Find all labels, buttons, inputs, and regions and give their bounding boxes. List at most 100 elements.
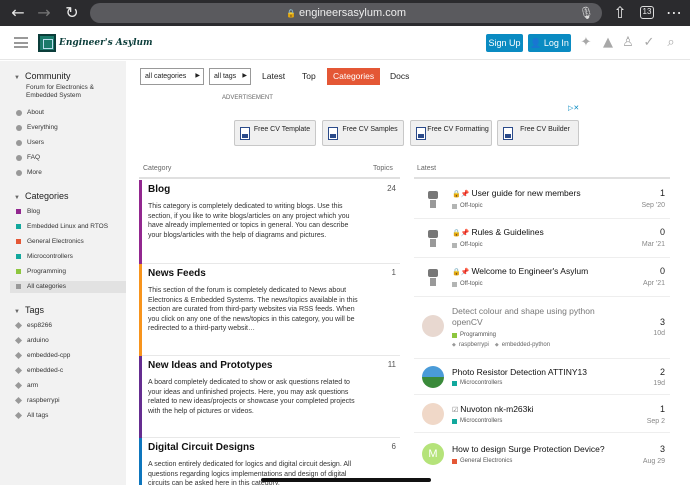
reload-icon[interactable]: ↻ bbox=[62, 3, 82, 23]
person-icon: 👤 bbox=[530, 38, 544, 48]
sidebar-tag-esp8266[interactable]: esp8266 bbox=[14, 321, 52, 330]
sidebar-tag-raspberrypi[interactable]: raspberrypi bbox=[14, 396, 60, 405]
activity-date[interactable]: Mar '21 bbox=[642, 241, 665, 248]
more-dots-icon[interactable]: ⋯ bbox=[664, 3, 684, 23]
avatar[interactable] bbox=[422, 366, 444, 388]
topic-title[interactable]: 🔒📌 Welcome to Engineer's Asylum bbox=[452, 266, 588, 276]
topic-title[interactable]: How to design Surge Protection Device? bbox=[452, 444, 605, 454]
sidebar-section-categories[interactable]: ▼ Categories bbox=[14, 191, 68, 201]
activity-date[interactable]: Aug 29 bbox=[643, 458, 665, 465]
sidebar-category-programming[interactable]: Programming bbox=[16, 268, 66, 275]
topic-title[interactable]: 🔒📌 User guide for new members bbox=[452, 188, 581, 198]
tag-filter-dropdown[interactable]: all tags ▶ bbox=[209, 68, 251, 85]
topic-category[interactable]: General Electronics bbox=[452, 458, 512, 464]
avatar[interactable] bbox=[422, 227, 444, 249]
topic-title[interactable]: 🔒📌 Rules & Guidelines bbox=[452, 227, 544, 237]
topic-title[interactable]: Detect colour and shape using python ope… bbox=[452, 306, 622, 328]
search-icon[interactable]: ⌕ bbox=[663, 35, 679, 51]
sidebar-tag-embedded-cpp[interactable]: embedded-cpp bbox=[14, 351, 70, 360]
category-swatch bbox=[16, 209, 21, 214]
avatar[interactable] bbox=[422, 403, 444, 425]
category-row-news-feeds[interactable]: News Feeds 1 This section of the forum i… bbox=[139, 264, 400, 356]
topic-row[interactable]: Detect colour and shape using python ope… bbox=[414, 297, 670, 359]
nav-categories[interactable]: Categories bbox=[327, 68, 381, 85]
sidebar-item-everything[interactable]: Everything bbox=[16, 124, 58, 131]
sidebar-item-more[interactable]: More bbox=[16, 169, 42, 176]
category-row-new-ideas[interactable]: New Ideas and Prototypes 11 A board comp… bbox=[139, 356, 400, 438]
topic-title[interactable]: Photo Resistor Detection ATTINY13 bbox=[452, 367, 587, 377]
bookmark-icon[interactable]: ▲ bbox=[600, 35, 616, 51]
column-header-category[interactable]: Category bbox=[143, 165, 171, 172]
topic-row[interactable]: 🔒📌 User guide for new members Off-topic 1… bbox=[414, 180, 670, 219]
sidebar-all-categories[interactable]: All categories bbox=[16, 283, 66, 290]
sidebar-tag-arduino[interactable]: arduino bbox=[14, 336, 49, 345]
avatar[interactable] bbox=[422, 266, 444, 288]
topic-row[interactable]: ☑ Nuvoton nk-m263ki Microcontrollers 1 Se… bbox=[414, 395, 670, 433]
nav-latest[interactable]: Latest bbox=[262, 68, 285, 85]
forward-arrow-icon[interactable]: → bbox=[34, 3, 54, 23]
topic-row[interactable]: 🔒📌 Rules & Guidelines Off-topic 0 Mar '21 bbox=[414, 219, 670, 258]
nav-top[interactable]: Top bbox=[302, 68, 316, 85]
activity-date[interactable]: 19d bbox=[653, 380, 665, 387]
topic-row[interactable]: 🔒📌 Welcome to Engineer's Asylum Off-topic… bbox=[414, 258, 670, 297]
topic-category[interactable]: Programming bbox=[452, 332, 496, 338]
ad-close-icon[interactable]: ▷✕ bbox=[568, 104, 579, 112]
site-logo[interactable]: Engineer's Asylum bbox=[38, 31, 153, 54]
topic-category[interactable]: Off-topic bbox=[452, 203, 483, 209]
back-arrow-icon[interactable]: ← bbox=[8, 3, 28, 23]
share-icon[interactable]: ⇧ bbox=[610, 3, 630, 23]
column-header-latest: Latest bbox=[417, 165, 437, 172]
ad-button-template[interactable]: Free CV Template bbox=[234, 120, 316, 146]
activity-date[interactable]: Sep '20 bbox=[641, 202, 665, 209]
sidebar-category-microcontrollers[interactable]: Microcontrollers bbox=[16, 253, 73, 260]
nav-docs[interactable]: Docs bbox=[390, 68, 409, 85]
sidebar-item-users[interactable]: Users bbox=[16, 139, 44, 146]
topic-category[interactable]: Microcontrollers bbox=[452, 380, 502, 386]
category-title[interactable]: New Ideas and Prototypes bbox=[148, 360, 272, 371]
address-bar[interactable]: 🔒 engineersasylum.com 🎙 bbox=[90, 3, 602, 23]
signup-button[interactable]: Sign Up bbox=[486, 34, 523, 52]
sidebar-section-tags[interactable]: ▼ Tags bbox=[14, 305, 44, 315]
sidebar-all-tags[interactable]: All tags bbox=[14, 411, 48, 420]
hamburger-menu-icon[interactable] bbox=[14, 37, 28, 48]
category-filter-dropdown[interactable]: all categories ▶ bbox=[140, 68, 204, 85]
sidebar-item-faq[interactable]: FAQ bbox=[16, 154, 40, 161]
topic-row[interactable]: Photo Resistor Detection ATTINY13 Microc… bbox=[414, 359, 670, 395]
ad-button-samples[interactable]: Free CV Samples bbox=[322, 120, 404, 146]
topic-row[interactable]: M How to design Surge Protection Device?… bbox=[414, 433, 670, 473]
sidebar-item-about[interactable]: About bbox=[16, 109, 44, 116]
ad-button-builder[interactable]: Free CV Builder bbox=[497, 120, 579, 146]
sidebar-category-general-electronics[interactable]: General Electronics bbox=[16, 238, 84, 245]
topic-category[interactable]: Off-topic bbox=[452, 281, 483, 287]
activity-date[interactable]: Sep 2 bbox=[647, 418, 665, 425]
sidebar-tag-embedded-c[interactable]: embedded-c bbox=[14, 366, 63, 375]
home-indicator[interactable] bbox=[261, 478, 431, 482]
sidebar-section-community[interactable]: ▼ Community bbox=[14, 71, 70, 81]
avatar[interactable] bbox=[422, 188, 444, 210]
avatar[interactable]: M bbox=[422, 443, 444, 465]
column-header-topics[interactable]: Topics bbox=[373, 165, 393, 172]
topic-title[interactable]: ☑ Nuvoton nk-m263ki bbox=[452, 404, 534, 414]
activity-date[interactable]: Apr '21 bbox=[643, 280, 665, 287]
caret-right-icon: ▶ bbox=[242, 73, 247, 79]
login-button[interactable]: 👤 Log In bbox=[528, 34, 571, 52]
category-title[interactable]: Digital Circuit Designs bbox=[148, 442, 255, 453]
ad-button-formatting[interactable]: Free CV Formatting bbox=[410, 120, 492, 146]
tag-raspberrypi[interactable]: raspberrypi bbox=[452, 342, 489, 348]
maple-leaf-icon[interactable]: ✦ bbox=[578, 35, 594, 51]
category-title[interactable]: Blog bbox=[148, 184, 170, 195]
sidebar-category-blog[interactable]: Blog bbox=[16, 208, 40, 215]
avatar[interactable] bbox=[422, 315, 444, 337]
sidebar-tag-arm[interactable]: arm bbox=[14, 381, 38, 390]
activity-date[interactable]: 10d bbox=[653, 330, 665, 337]
tag-embedded-python[interactable]: embedded-python bbox=[495, 342, 550, 348]
tab-count-badge[interactable]: 13 bbox=[640, 6, 654, 19]
sidebar-category-embedded-linux[interactable]: Embedded Linux and RTOS bbox=[16, 223, 108, 230]
category-row-blog[interactable]: Blog 24 This category is completely dedi… bbox=[139, 180, 400, 264]
topic-category[interactable]: Off-topic bbox=[452, 242, 483, 248]
category-title[interactable]: News Feeds bbox=[148, 268, 206, 279]
user-icon[interactable]: ♙ bbox=[620, 35, 636, 51]
topic-category[interactable]: Microcontrollers bbox=[452, 418, 502, 424]
microphone-icon[interactable]: 🎙 bbox=[579, 3, 594, 23]
check-icon[interactable]: ✓ bbox=[641, 35, 657, 51]
